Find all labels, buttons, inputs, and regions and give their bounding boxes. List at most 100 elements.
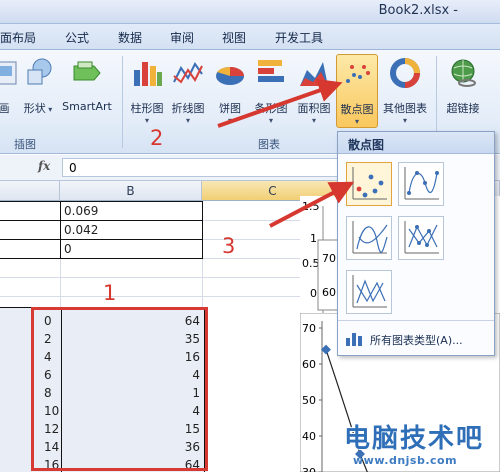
tab-data[interactable]: 数据 <box>118 29 142 46</box>
scatter-straight-lines-option[interactable] <box>346 270 392 314</box>
group-divider <box>122 56 123 148</box>
small-y-tick: 70 <box>322 252 336 265</box>
shapes-button[interactable]: 形状 ▾ <box>22 54 54 128</box>
all-chart-types-label: 所有图表类型(A)... <box>370 334 463 347</box>
other-charts-label: 其他图表 <box>383 102 427 115</box>
line-chart-button[interactable]: 折线图 ▾ <box>168 54 208 128</box>
y-tick-label: 30 <box>302 466 316 472</box>
y-tick-label: 70 <box>302 322 316 335</box>
chevron-down-icon: ▾ <box>227 116 232 125</box>
tab-formulas[interactable]: 公式 <box>65 29 89 46</box>
shapes-label: 形状 <box>23 102 46 115</box>
cell-b-value[interactable]: 0 <box>64 240 72 258</box>
cell-border <box>0 220 202 221</box>
smartart-button[interactable]: SmartArt <box>58 54 116 128</box>
menu-separator <box>338 320 494 321</box>
scatter-smooth-lines-option[interactable] <box>346 216 392 260</box>
watermark-url: www.dnjsb.com <box>353 454 458 467</box>
scatter-straight-markers-option[interactable] <box>398 216 444 260</box>
y-tick-label: 50 <box>302 394 316 407</box>
scatter-chart-label: 散点图 <box>340 103 374 116</box>
back-y-tick: 0.5 <box>302 257 320 270</box>
column-chart-label: 柱形图 <box>130 102 164 115</box>
picture-button[interactable]: 画 <box>0 54 17 128</box>
dropdown-title: 散点图 <box>338 132 494 154</box>
chevron-down-icon: ▾ <box>144 116 149 125</box>
cell-border <box>0 201 202 202</box>
cell-border <box>202 201 203 259</box>
illustrations-group-label: 插图 <box>14 138 36 151</box>
tab-review[interactable]: 审阅 <box>170 29 194 46</box>
chart-types-icon <box>346 333 362 346</box>
scatter-straight-lines-markers-icon <box>404 221 439 254</box>
bar-chart-label: 条形图 <box>254 102 288 115</box>
pie-chart-button[interactable]: 饼图 ▾ <box>212 54 248 128</box>
scatter-smooth-markers-option[interactable] <box>398 162 444 206</box>
y-tick-label: 60 <box>302 358 316 371</box>
chevron-down-icon: ▾ <box>45 105 53 114</box>
column-chart-button[interactable]: 柱形图 ▾ <box>126 54 168 128</box>
picture-label: 画 <box>0 102 10 115</box>
cell-border <box>0 258 202 259</box>
scatter-smooth-lines-markers-icon <box>404 167 439 200</box>
line-chart-icon <box>171 56 205 90</box>
chevron-down-icon: ▾ <box>185 116 190 125</box>
annotation-number: 3 <box>222 234 236 258</box>
function-icon[interactable]: fx <box>38 159 50 173</box>
tab-developer[interactable]: 开发工具 <box>275 29 323 46</box>
bar-chart-icon <box>254 56 288 90</box>
bar-chart-button[interactable]: 条形图 ▾ <box>250 54 292 128</box>
cell-b-value[interactable]: 0.042 <box>64 221 98 239</box>
scatter-chart-icon <box>340 57 374 91</box>
scatter-markers-only-icon <box>352 167 387 200</box>
smartart-label: SmartArt <box>62 100 112 113</box>
cell-b-value[interactable]: 0.069 <box>64 202 98 220</box>
small-y-tick: 60 <box>322 286 336 299</box>
cell-border <box>0 239 202 240</box>
back-y-tick: 1 <box>310 232 317 245</box>
other-charts-icon <box>388 56 422 90</box>
line-chart-label: 折线图 <box>171 102 205 115</box>
grid-line <box>0 296 300 297</box>
y-tick-label: 40 <box>302 430 316 443</box>
chevron-down-icon: ▾ <box>311 116 316 125</box>
chevron-down-icon: ▾ <box>268 116 273 125</box>
chevron-down-icon: ▾ <box>402 116 407 125</box>
column-header-b[interactable]: B <box>60 181 202 201</box>
pie-chart-label: 饼图 <box>219 102 241 115</box>
annotation-number: 2 <box>150 126 164 150</box>
grid-line <box>0 277 300 278</box>
title-bar: Book2.xlsx - <box>0 0 500 24</box>
formula-input[interactable] <box>62 158 338 177</box>
pie-chart-icon <box>213 56 247 90</box>
chevron-down-icon: ▾ <box>354 117 359 126</box>
hyperlink-button[interactable]: 超链接 <box>440 54 486 128</box>
data-highlight-box <box>31 307 208 471</box>
hyperlink-label: 超链接 <box>446 102 480 115</box>
area-chart-label: 面积图 <box>297 102 331 115</box>
scatter-markers-only-option[interactable] <box>346 162 392 206</box>
hyperlink-icon <box>446 56 480 90</box>
charts-group-label: 图表 <box>258 138 280 151</box>
column-chart-icon <box>130 56 164 90</box>
ribbon-tab-bar: 面布局 公式 数据 审阅 视图 开发工具 <box>0 24 500 50</box>
all-chart-types-item[interactable]: 所有图表类型(A)... <box>342 328 490 350</box>
tab-view[interactable]: 视图 <box>222 29 246 46</box>
area-chart-icon <box>297 56 331 90</box>
scatter-chart-button[interactable]: 散点图 ▾ <box>336 54 378 128</box>
watermark-text: 电脑技术吧 <box>344 424 485 454</box>
cell-border <box>60 201 61 259</box>
scatter-smooth-lines-icon <box>352 221 388 254</box>
column-header-a[interactable] <box>0 181 60 201</box>
scatter-dropdown-menu: 散点图 所有图表类型(A)... <box>337 131 495 356</box>
window-title: Book2.xlsx - <box>378 3 458 18</box>
shapes-icon <box>22 56 56 90</box>
other-charts-button[interactable]: 其他图表 ▾ <box>380 54 430 128</box>
smartart-icon <box>70 56 104 90</box>
scatter-straight-lines-icon <box>352 275 387 308</box>
annotation-number: 1 <box>103 281 117 305</box>
back-y-tick: 1.5 <box>302 200 320 213</box>
area-chart-button[interactable]: 面积图 ▾ <box>293 54 335 128</box>
tab-page-layout[interactable]: 面布局 <box>0 29 36 46</box>
back-y-tick: 0 <box>310 287 317 300</box>
